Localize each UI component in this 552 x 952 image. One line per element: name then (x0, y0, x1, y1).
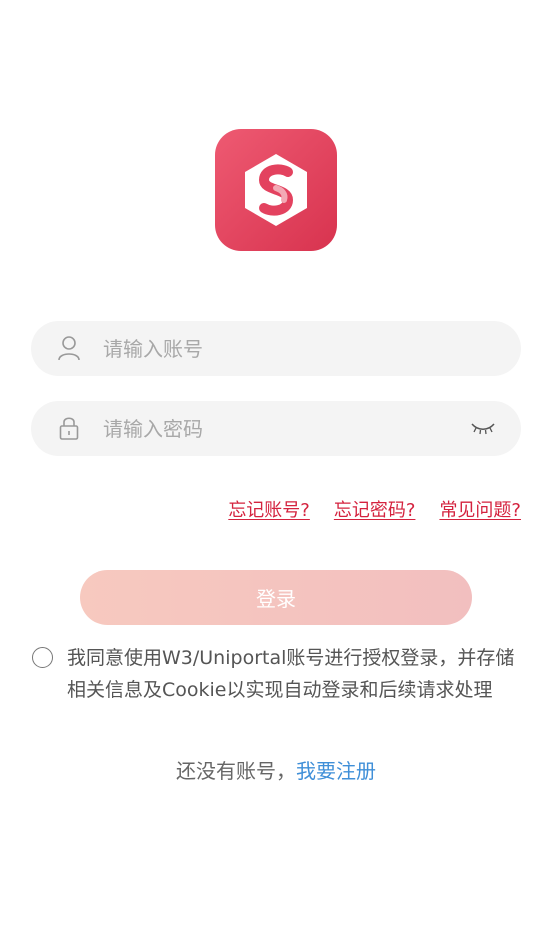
agreement-text: 我同意使用W3/Uniportal账号进行授权登录，并存储相关信息及Cookie… (67, 647, 515, 701)
account-input[interactable] (103, 321, 463, 376)
faq-link[interactable]: 常见问题? (439, 496, 521, 522)
app-logo-s-icon (245, 154, 307, 226)
forgot-account-link[interactable]: 忘记账号? (228, 496, 310, 522)
app-logo (215, 129, 337, 251)
register-prompt: 还没有账号，我要注册 (0, 755, 552, 784)
forgot-password-link[interactable]: 忘记密码? (334, 496, 416, 522)
account-field (31, 321, 521, 376)
eye-closed-icon[interactable] (469, 417, 497, 439)
help-links: 忘记账号? 忘记密码? 常见问题? (228, 496, 521, 522)
register-link[interactable]: 我要注册 (296, 759, 376, 783)
password-input[interactable] (103, 401, 463, 456)
agreement-checkbox[interactable] (32, 647, 53, 668)
password-field (31, 401, 521, 456)
user-icon (56, 335, 82, 361)
lock-icon (56, 415, 82, 441)
register-prompt-text: 还没有账号， (176, 759, 296, 783)
login-button[interactable]: 登录 (80, 570, 472, 625)
